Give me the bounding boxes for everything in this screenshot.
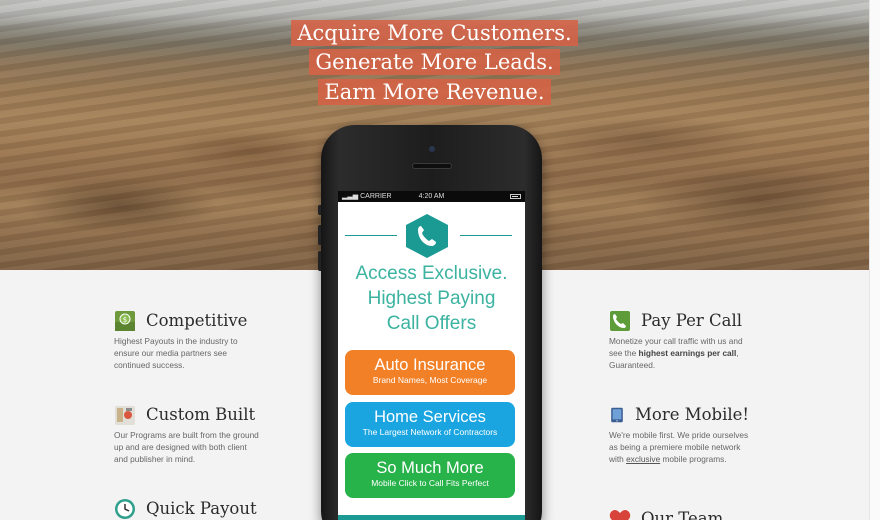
money-icon: $ [115, 311, 135, 331]
phone-speaker [412, 163, 452, 169]
phone-icon [406, 214, 448, 258]
svg-text:$: $ [123, 316, 127, 324]
feature-text: Our Programs are built from the ground u… [114, 430, 259, 464]
clock-icon [115, 499, 135, 519]
feature-text: Monetize your call traffic with us and s… [609, 336, 743, 370]
phone-camera [429, 146, 435, 152]
headline-line-3: Earn More Revenue. [0, 79, 869, 105]
mobile-icon [611, 407, 623, 423]
headline-line-2: Generate More Leads. [0, 49, 869, 75]
phone-screen: ▂▃▅ CARRIER 4:20 AM Access Exclusive. Hi… [338, 191, 525, 520]
offer-auto-insurance-button[interactable]: Auto Insurance Brand Names, Most Coverag… [345, 350, 515, 395]
offer-so-much-more-button[interactable]: So Much More Mobile Click to Call Fits P… [345, 453, 515, 498]
feature-title: More Mobile! [635, 405, 750, 424]
phone-mockup: ▂▃▅ CARRIER 4:20 AM Access Exclusive. Hi… [318, 125, 542, 520]
tagline: Access Exclusive. Highest Paying Call Of… [355, 263, 508, 334]
feature-title: Pay Per Call [641, 311, 743, 330]
feature-title: Quick Payout [146, 499, 257, 518]
phone-call-icon [610, 311, 630, 331]
hex-badge-row [338, 202, 525, 258]
battery-icon [510, 194, 521, 199]
feature-title: Custom Built [146, 405, 256, 424]
page-edge [869, 0, 880, 520]
divider-left [345, 235, 397, 236]
divider-right [460, 235, 512, 236]
headline-line-1: Acquire More Customers. [0, 20, 869, 46]
status-time: 4:20 AM [418, 193, 445, 200]
heart-icon [609, 510, 631, 520]
status-bar: ▂▃▅ CARRIER 4:20 AM [338, 191, 525, 202]
tools-icon [115, 406, 135, 425]
feature-text: Highest Payouts in the industry to ensur… [114, 336, 238, 370]
feature-text: We're mobile first. We pride ourselves a… [609, 430, 749, 464]
feature-title: Our Team [641, 509, 724, 520]
offer-home-services-button[interactable]: Home Services The Largest Network of Con… [345, 402, 515, 447]
screen-footer-bar [338, 515, 525, 520]
exclusive-link[interactable]: exclusive [626, 454, 660, 464]
feature-title: Competitive [146, 311, 248, 330]
